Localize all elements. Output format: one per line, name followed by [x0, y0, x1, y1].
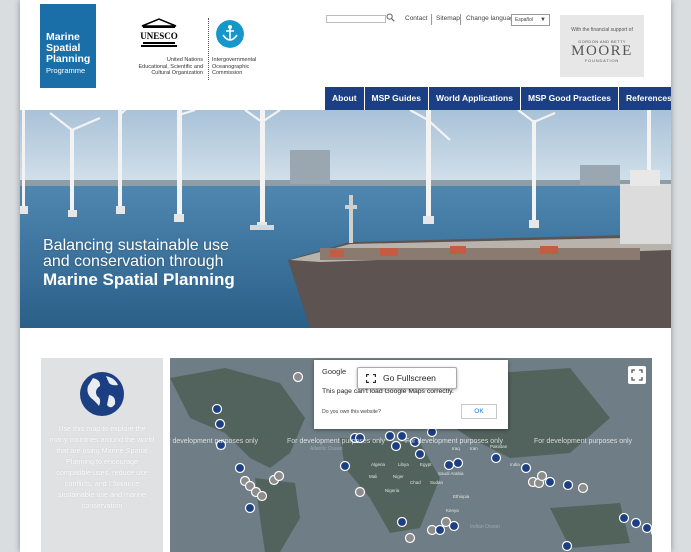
dev-watermark: For development purposes only	[534, 438, 633, 445]
dev-watermark: For development purposes only	[287, 438, 386, 445]
language-selected: Español	[515, 17, 534, 23]
ioc-emblem-icon	[216, 20, 244, 48]
nav-msp-guides[interactable]: MSP Guides	[364, 87, 428, 110]
hero-banner: Balancing sustainable use and conservati…	[20, 110, 671, 328]
ok-button[interactable]: OK	[461, 404, 497, 419]
map-info-card: Use this map to explore the many countri…	[41, 358, 163, 552]
country-label: Mali	[369, 474, 378, 479]
unesco-caption: United Nations Educational, Scientific a…	[115, 57, 203, 77]
ioc-logo[interactable]: Intergovernmental Oceanographic Commissi…	[212, 20, 292, 77]
country-label: Kenya	[446, 508, 459, 513]
country-label: Saudi Arabia	[438, 471, 464, 476]
go-fullscreen-button[interactable]: Go Fullscreen	[357, 367, 457, 389]
country-label: India	[510, 462, 520, 467]
nav-about[interactable]: About	[325, 87, 364, 110]
country-label: Ethiopia	[453, 494, 470, 499]
msp-logo[interactable]: Marine Spatial Planning Programme	[40, 4, 96, 88]
fullscreen-toggle-icon[interactable]	[628, 366, 646, 384]
language-select[interactable]: Español ▼	[511, 14, 550, 26]
maps-owner-question[interactable]: Do you own this website?	[322, 409, 381, 415]
unesco-caption-line: Cultural Organization	[151, 70, 203, 76]
logo-line: Planning	[46, 53, 91, 65]
logo-separator	[208, 18, 209, 80]
map-info-text: Use this map to explore the many countri…	[49, 424, 155, 510]
nav-msp-good-practices[interactable]: MSP Good Practices	[520, 87, 618, 110]
unesco-temple-icon: UNESCO	[140, 18, 178, 47]
dev-watermark: For development purposes only	[170, 438, 259, 445]
hero-line1: Balancing sustainable use	[43, 237, 229, 254]
maps-error-message: This page can't load Google Maps correct…	[322, 388, 454, 395]
country-label: Sudan	[430, 480, 444, 485]
logo-sub: Programme	[46, 66, 86, 75]
country-label: Niger	[393, 474, 404, 479]
nav-references[interactable]: References	[618, 87, 671, 110]
ioc-caption-line: Commission	[212, 70, 243, 76]
moore-foundation-logo[interactable]: With the financial support of GORDON AND…	[560, 15, 644, 77]
unesco-wordmark: UNESCO	[140, 31, 178, 41]
country-label: Egypt	[420, 462, 432, 467]
main-nav: About MSP Guides World Applications MSP …	[325, 87, 671, 110]
country-label: Iraq	[452, 446, 460, 451]
unesco-logo[interactable]: UNESCO United Nations Educational, Scien…	[115, 18, 203, 77]
search-input[interactable]	[326, 15, 386, 23]
ocean-label: Atlantic Ocean	[310, 446, 343, 452]
country-label: Algeria	[371, 462, 386, 467]
sponsor-support-text: With the financial support of	[571, 27, 633, 33]
hero-image	[20, 110, 671, 328]
country-label: Chad	[410, 480, 421, 485]
contact-link[interactable]: Contact	[405, 15, 427, 22]
page: Marine Spatial Planning Programme UNESCO…	[20, 0, 671, 552]
fullscreen-icon	[366, 374, 376, 383]
hero-line2: and conservation through	[43, 253, 224, 270]
country-label: Nigeria	[385, 488, 400, 493]
nav-world-applications[interactable]: World Applications	[429, 87, 520, 110]
country-label: Iran	[470, 446, 478, 451]
country-label: Libya	[398, 462, 409, 467]
go-fullscreen-label: Go Fullscreen	[383, 373, 436, 383]
globe-icon	[80, 372, 124, 416]
sitemap-link[interactable]: Sitemap	[436, 15, 460, 22]
google-brand: Google	[322, 367, 347, 376]
top-separator	[460, 14, 461, 25]
sponsor-name: MOORE	[571, 43, 633, 59]
hero-tagline: Balancing sustainable use and conservati…	[43, 238, 235, 290]
chevron-down-icon: ▼	[540, 17, 546, 23]
country-label: Pakistan	[490, 444, 508, 449]
dev-watermark: For development purposes only	[405, 438, 504, 445]
ioc-caption: Intergovernmental Oceanographic Commissi…	[212, 57, 292, 77]
hero-line3: Marine Spatial Planning	[43, 270, 235, 289]
top-separator	[431, 14, 432, 25]
search-icon[interactable]	[386, 13, 395, 22]
change-language-link[interactable]: Change language	[466, 15, 517, 22]
ocean-label: Indian Ocean	[470, 524, 500, 530]
